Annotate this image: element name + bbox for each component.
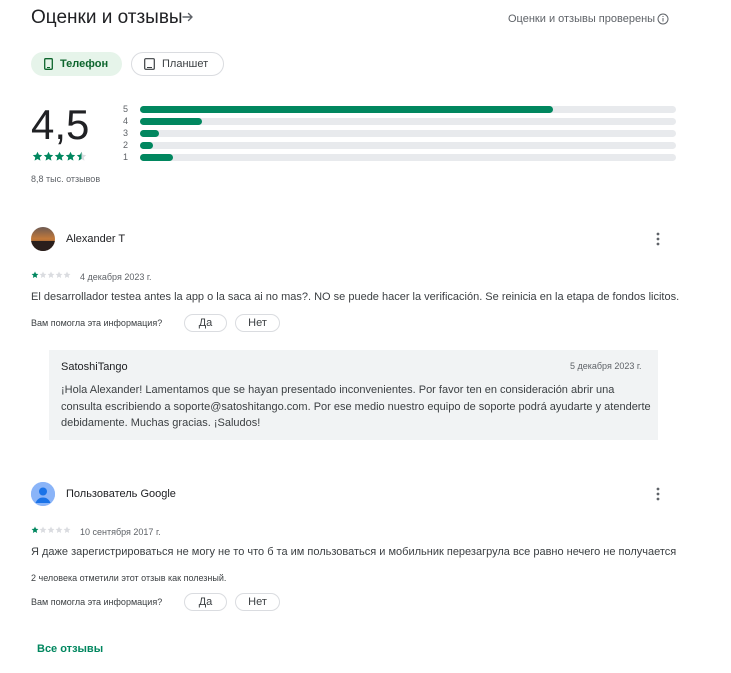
rating-bar-fill (140, 153, 173, 161)
review-text: Я даже зарегистрироваться не могу не то … (31, 546, 677, 558)
rating-bar-track (140, 129, 676, 137)
review-stars (31, 271, 71, 279)
rating-bar-fill (140, 117, 202, 125)
star-icon (39, 271, 47, 278)
helpful-question: Вам помогла эта информация? (31, 318, 163, 328)
star-icon (55, 271, 63, 278)
review-stars (31, 526, 71, 534)
rating-bar-fill (140, 129, 159, 137)
section-title: Оценки и отзывы (31, 7, 183, 28)
rating-bar-track (140, 153, 676, 161)
rating-bar-row: 3 (123, 128, 676, 138)
helpful-no-button[interactable]: Нет (235, 314, 280, 332)
star-icon (39, 526, 47, 533)
rating-bar-row: 2 (123, 140, 676, 150)
summary-stars (32, 151, 87, 162)
review-date: 4 декабря 2023 г. (80, 272, 152, 282)
star-icon (65, 151, 76, 161)
rating-bar-row: 1 (123, 152, 676, 162)
helpful-yes-button[interactable]: Да (184, 314, 227, 332)
avatar (31, 482, 55, 506)
avatar (31, 227, 55, 251)
star-icon (31, 271, 39, 278)
review-date: 10 сентября 2017 г. (80, 527, 161, 537)
review-text: El desarrollador testea antes la app o l… (31, 291, 680, 303)
star-icon (47, 526, 55, 533)
reply-developer-name: SatoshiTango (61, 361, 128, 373)
phone-icon (44, 58, 53, 70)
info-icon[interactable] (657, 12, 669, 25)
rating-bar-label: 3 (123, 128, 129, 138)
all-reviews-link[interactable]: Все отзывы (37, 643, 103, 655)
tab-tablet-label: Планшет (162, 58, 209, 70)
rating-bar-label: 5 (123, 104, 129, 114)
more-vert-icon[interactable] (650, 231, 666, 247)
helpful-no-button[interactable]: Нет (235, 593, 280, 611)
reviews-count: 8,8 тыс. отзывов (31, 174, 101, 184)
tab-phone-label: Телефон (60, 58, 109, 70)
reply-date: 5 декабря 2023 г. (570, 361, 642, 371)
star-icon (55, 526, 63, 533)
helpful-yes-button[interactable]: Да (184, 593, 227, 611)
rating-bar-row: 5 (123, 104, 676, 114)
rating-bar-track (140, 105, 676, 113)
rating-bar-row: 4 (123, 116, 676, 126)
helpful-question: Вам помогла эта информация? (31, 597, 163, 607)
verified-label: Оценки и отзывы проверены (508, 13, 656, 25)
tablet-icon (144, 58, 155, 70)
reply-text: ¡Hola Alexander! Lamentamos que se hayan… (61, 384, 651, 429)
rating-bar-label: 1 (123, 152, 129, 162)
star-icon (43, 151, 54, 161)
rating-bar-label: 2 (123, 140, 129, 150)
arrow-right-icon[interactable] (180, 9, 196, 25)
average-rating: 4,5 (31, 101, 90, 148)
more-vert-icon[interactable] (650, 486, 666, 502)
star-icon (54, 151, 65, 161)
star-icon (31, 526, 39, 533)
star-icon (63, 526, 71, 533)
star-icon (47, 271, 55, 278)
rating-bar-fill (140, 141, 153, 149)
review-author: Пользователь Google (66, 488, 176, 500)
tab-phone[interactable]: Телефон (31, 52, 122, 76)
rating-bar-track (140, 141, 676, 149)
rating-bar-label: 4 (123, 116, 129, 126)
star-icon (76, 151, 87, 161)
tab-tablet[interactable]: Планшет (131, 52, 224, 76)
star-icon (63, 271, 71, 278)
helpful-count: 2 человека отметили этот отзыв как полез… (31, 573, 227, 583)
star-icon (32, 151, 43, 161)
rating-bar-track (140, 117, 676, 125)
review-author: Alexander T (66, 233, 126, 245)
rating-bar-fill (140, 105, 553, 113)
